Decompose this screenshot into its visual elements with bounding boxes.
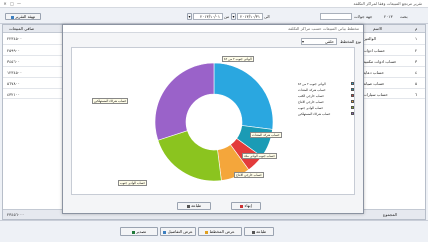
legend-swatch	[351, 82, 354, 85]
row-value: ٣٤٥٦٠٠	[7, 59, 20, 64]
row-index: ٤	[415, 70, 418, 75]
export-label: تصدير	[136, 229, 147, 234]
chart-legend: الوادي جنوب ٢ من ٨٢ حساب شركة المعدات حس…	[298, 82, 354, 128]
legend-swatch	[351, 106, 354, 109]
date-from-label: من	[224, 14, 230, 19]
printer-icon	[251, 230, 255, 234]
column-value-header[interactable]: صافي المبيعات	[9, 26, 34, 31]
total-value: ٢٣٤٥٦٠٠٠	[7, 212, 25, 217]
entity-dropdown[interactable]	[320, 13, 352, 20]
legend-label: حساب شركة المعدات	[298, 88, 326, 92]
legend-label: حساب خارجي الكتب	[298, 94, 325, 98]
legend-item: حساب الوادي جنوب	[298, 106, 354, 111]
print-label: طباعة	[256, 229, 267, 234]
maximize-window-button[interactable]: □	[9, 1, 15, 6]
date-to-field[interactable]: ٢٠١٣/١٠/٣١	[237, 13, 263, 20]
row-value: ٥٦٧٨٠٠	[7, 81, 20, 86]
title-bar: ✕ □ — تقرير مرتجع المبيعات وفقا لمراكز ا…	[0, 0, 428, 8]
close-icon	[240, 204, 244, 208]
row-name: حساب ادوات	[363, 48, 385, 53]
chart-print-button[interactable]: طباعة	[177, 202, 211, 210]
chart-icon	[205, 230, 209, 234]
legend-item: الوادي جنوب ٢ من ٨٢	[298, 82, 354, 87]
search-label: بحث	[400, 14, 408, 19]
legend-item: حساب خارجي الكتب	[298, 94, 354, 99]
row-index: ١	[415, 36, 418, 41]
printer-icon	[186, 204, 190, 208]
legend-label: الوادي جنوب ٢ من ٨٢	[298, 82, 326, 86]
column-index-header[interactable]: م	[415, 26, 417, 31]
show-details-label: عرض التفاصيل	[167, 229, 193, 234]
show-details-button[interactable]: عرض التفاصيل	[160, 227, 196, 236]
slice-callout: حساب شركاء المستهلكين	[92, 98, 129, 104]
legend-swatch	[351, 94, 354, 97]
show-chart-button[interactable]: عرض المخطط	[198, 227, 242, 236]
row-index: ٣	[415, 59, 418, 64]
chart-print-label: طباعة	[191, 203, 202, 208]
chevron-down-icon: ▾	[302, 39, 305, 44]
date-from-picker-button[interactable]: ▾	[187, 13, 192, 20]
row-value: ١٢٣٤٥٠٠	[7, 70, 23, 75]
chart-area: الوادي جنوب ٢ من ٨٢ حساب شركة المعدات حس…	[71, 47, 355, 195]
date-from-field[interactable]: ٢٠١٣/١٠/٠١	[193, 13, 223, 20]
row-index: ٢	[415, 48, 418, 53]
doughnut-slice	[213, 62, 274, 130]
report-settings-label: تهيئة التقرير	[15, 14, 36, 19]
row-name: حساب سيارات	[363, 92, 388, 97]
doughnut-slice	[154, 62, 215, 141]
date-to-label: الى	[264, 14, 270, 19]
date-to-picker-button[interactable]: ▾	[231, 13, 236, 20]
export-button[interactable]: تصدير	[120, 227, 158, 236]
row-name: حساب دعاية	[363, 70, 384, 75]
legend-swatch	[351, 88, 354, 91]
row-value: ٢٥٩٩٠٠	[7, 48, 20, 53]
chart-type-label: نوع المخطط	[340, 39, 362, 44]
row-name: حساب ادوات مكتبية	[363, 59, 397, 64]
slice-callout: حساب خارجي الانتاج	[234, 172, 264, 178]
chart-type-select[interactable]: حلقي	[301, 38, 337, 45]
slice-callout: حساب جنوب الوادي مكة	[242, 153, 277, 159]
column-name-header[interactable]: الاسم	[373, 26, 382, 31]
minimize-window-button[interactable]: —	[16, 1, 22, 6]
legend-swatch	[351, 100, 354, 103]
row-index: ٦	[415, 92, 418, 97]
show-chart-label: عرض المخطط	[209, 229, 235, 234]
row-value: ٤٣٢١٠٠	[7, 92, 20, 97]
slice-callout: حساب شركة المعدات	[250, 132, 282, 138]
chart-close-button[interactable]: إنهاء	[231, 202, 261, 210]
chart-close-label: إنهاء	[244, 203, 252, 208]
details-icon	[163, 230, 167, 234]
legend-label: حساب خارجي الانتاج	[298, 100, 324, 104]
chart-dialog-title: مخطط بياني المبيعات حسب مراكز التكلفة	[288, 26, 359, 31]
excel-icon	[131, 230, 135, 234]
legend-swatch	[351, 112, 354, 115]
legend-label: حساب شركاء المستهلكين	[298, 112, 331, 116]
legend-item: حساب خارجي الانتاج	[298, 100, 354, 105]
toolbar: تهيئة التقرير ▾ ٢٠١٣/١٠/٠١ من ▾ ٢٠١٣/١٠/…	[0, 8, 428, 24]
close-window-button[interactable]: ✕	[2, 1, 8, 6]
row-name: حساب صيانة	[363, 81, 385, 86]
report-settings-button[interactable]: تهيئة التقرير	[5, 13, 41, 20]
chart-dialog-titlebar: مخطط بياني المبيعات حسب مراكز التكلفة	[63, 25, 363, 33]
legend-label: حساب الوادي جنوب	[298, 106, 324, 110]
chart-dialog: مخطط بياني المبيعات حسب مراكز التكلفة حل…	[62, 24, 364, 214]
row-name: الوالعين	[363, 36, 376, 41]
legend-item: حساب شركة المعدات	[298, 88, 354, 93]
bottom-bar: تصدير عرض التفاصيل عرض المخطط طباعة	[0, 220, 428, 242]
slice-callout: حساب الوادي جنوب	[118, 180, 148, 186]
chart-type-value: حلقي	[324, 39, 334, 44]
total-label: المجموع	[383, 212, 397, 217]
row-index: ٥	[415, 81, 418, 86]
row-value: ٢٢٣٤٥٠٠	[7, 36, 23, 41]
entity-value: ٢٠١٣	[384, 14, 393, 19]
settings-icon	[10, 15, 14, 19]
entity-label: جهة جولات	[354, 14, 373, 19]
slice-callout: الوادي جنوب ٢ من ٨٢	[222, 56, 254, 62]
legend-item: حساب شركاء المستهلكين	[298, 112, 354, 117]
window-title: تقرير مرتجع المبيعات وفقا لمراكز التكلفة	[353, 1, 422, 6]
doughnut-slice	[157, 130, 222, 182]
print-button[interactable]: طباعة	[244, 227, 274, 236]
